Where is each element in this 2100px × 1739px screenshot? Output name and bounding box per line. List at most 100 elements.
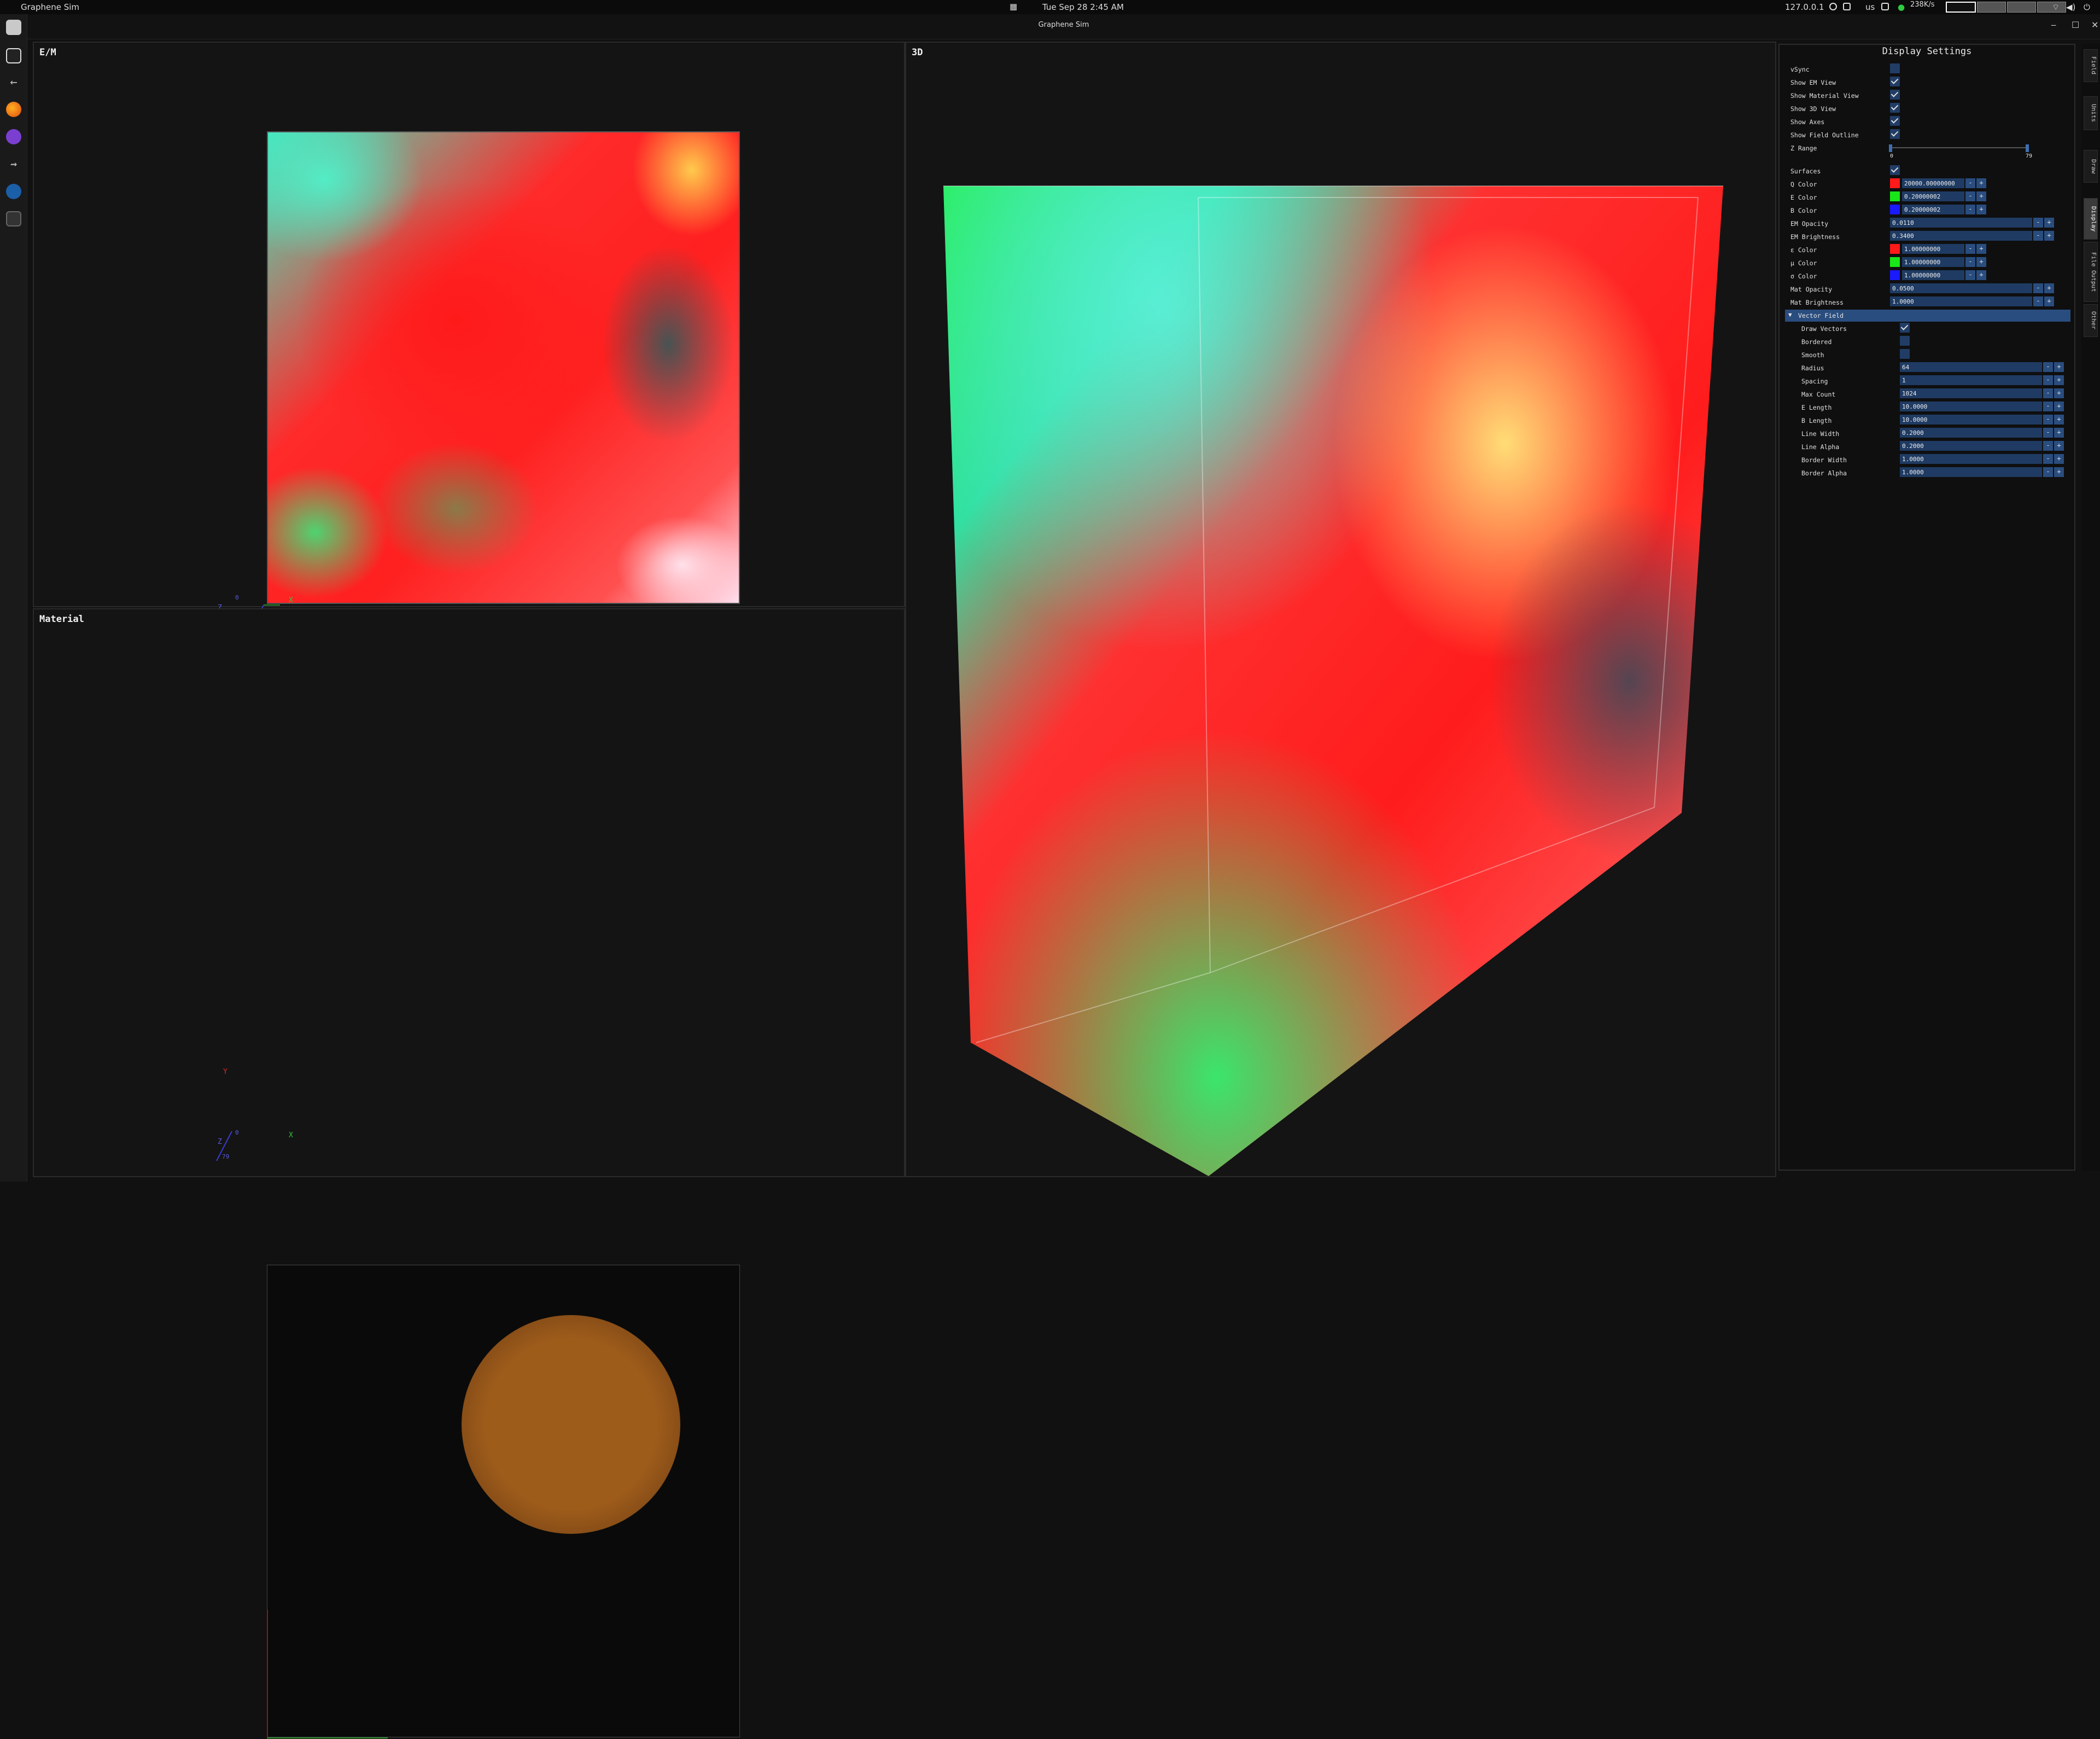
- mu-color-plus-button[interactable]: +: [1976, 257, 1986, 267]
- em-opacity-minus-button[interactable]: -: [2033, 218, 2043, 228]
- line-alpha-input[interactable]: 0.2000: [1900, 441, 2042, 451]
- spacing-input[interactable]: 1: [1900, 375, 2042, 385]
- eps-color-swatch[interactable]: [1890, 244, 1900, 254]
- tab-field[interactable]: Field: [2084, 49, 2098, 82]
- wifi-icon[interactable]: ⌔: [2052, 2, 2060, 13]
- spacing-plus-button[interactable]: +: [2054, 375, 2064, 385]
- mat-brightness-minus-button[interactable]: -: [2033, 296, 2043, 306]
- border-alpha-input[interactable]: 1.0000: [1900, 467, 2042, 477]
- b-length-input[interactable]: 10.0000: [1900, 415, 2042, 424]
- bordered-checkbox[interactable]: [1900, 336, 1910, 346]
- em-brightness-plus-button[interactable]: +: [2044, 231, 2054, 241]
- mat-opacity-minus-button[interactable]: -: [2033, 283, 2043, 293]
- z-range-min-handle[interactable]: [1889, 144, 1892, 152]
- q-color-input[interactable]: 20000.00000000: [1902, 178, 1964, 188]
- mat-opacity-plus-button[interactable]: +: [2044, 283, 2054, 293]
- q-color-plus-button[interactable]: +: [1976, 178, 1986, 188]
- graphene-sim-icon[interactable]: [6, 211, 21, 226]
- em-opacity-plus-button[interactable]: +: [2044, 218, 2054, 228]
- workspace-2[interactable]: [1977, 2, 2006, 13]
- b-color-swatch[interactable]: [1890, 205, 1900, 214]
- b-length-plus-button[interactable]: +: [2054, 415, 2064, 424]
- border-alpha-plus-button[interactable]: +: [2054, 467, 2064, 477]
- clock[interactable]: Tue Sep 28 2:45 AM: [1042, 2, 1124, 12]
- z-range-track[interactable]: [1890, 147, 2028, 148]
- line-width-plus-button[interactable]: +: [2054, 428, 2064, 438]
- e-length-input[interactable]: 10.0000: [1900, 402, 2042, 411]
- q-color-minus-button[interactable]: -: [1965, 178, 1975, 188]
- bird-icon[interactable]: ⇝: [6, 156, 21, 172]
- border-alpha-minus-button[interactable]: -: [2043, 467, 2053, 477]
- 3d-field-view[interactable]: [905, 42, 1776, 1177]
- max-count-minus-button[interactable]: -: [2043, 388, 2053, 398]
- sigma-color-swatch[interactable]: [1890, 270, 1900, 280]
- mu-color-input[interactable]: 1.00000000: [1902, 257, 1964, 267]
- show-outline-checkbox[interactable]: [1890, 129, 1900, 139]
- border-width-minus-button[interactable]: -: [2043, 454, 2053, 464]
- window-manager-icon[interactable]: [6, 48, 21, 63]
- spacing-minus-button[interactable]: -: [2043, 375, 2053, 385]
- mat-brightness-plus-button[interactable]: +: [2044, 296, 2054, 306]
- sigma-color-input[interactable]: 1.00000000: [1902, 270, 1964, 280]
- firefox-icon[interactable]: [6, 102, 21, 117]
- sigma-color-plus-button[interactable]: +: [1976, 270, 1986, 280]
- b-color-minus-button[interactable]: -: [1965, 205, 1975, 214]
- b-color-input[interactable]: 0.20000002: [1902, 205, 1964, 214]
- tab-other[interactable]: Other: [2084, 304, 2098, 337]
- max-count-input[interactable]: 1024: [1900, 388, 2042, 398]
- b-length-minus-button[interactable]: -: [2043, 415, 2053, 424]
- radius-input[interactable]: 64: [1900, 362, 2042, 372]
- vsync-checkbox[interactable]: [1890, 63, 1900, 73]
- tab-units[interactable]: Units: [2084, 96, 2098, 130]
- draw-vectors-checkbox[interactable]: [1900, 323, 1910, 333]
- vector-field-header[interactable]: ▼ Vector Field: [1785, 310, 2070, 322]
- screen-icon[interactable]: [1881, 3, 1889, 10]
- workspace-3[interactable]: [2007, 2, 2036, 13]
- line-width-minus-button[interactable]: -: [2043, 428, 2053, 438]
- e-color-swatch[interactable]: [1890, 191, 1900, 201]
- eps-color-minus-button[interactable]: -: [1965, 244, 1975, 254]
- em-brightness-minus-button[interactable]: -: [2033, 231, 2043, 241]
- max-count-plus-button[interactable]: +: [2054, 388, 2064, 398]
- smooth-checkbox[interactable]: [1900, 349, 1910, 359]
- tab-draw[interactable]: Draw: [2084, 150, 2098, 183]
- minimize-button[interactable]: ‒: [2051, 20, 2056, 30]
- border-width-input[interactable]: 1.0000: [1900, 454, 2042, 464]
- em-brightness-input[interactable]: 0.3400: [1890, 231, 2032, 241]
- border-width-plus-button[interactable]: +: [2054, 454, 2064, 464]
- eps-color-plus-button[interactable]: +: [1976, 244, 1986, 254]
- line-alpha-plus-button[interactable]: +: [2054, 441, 2064, 451]
- calendar-icon[interactable]: ▦: [1010, 2, 1017, 11]
- z-range-max-handle[interactable]: [2026, 144, 2029, 152]
- em-field-view[interactable]: [267, 131, 740, 604]
- workspace-1[interactable]: [1946, 2, 1976, 13]
- close-button[interactable]: ✕: [2091, 20, 2098, 30]
- e-color-minus-button[interactable]: -: [1965, 191, 1975, 201]
- q-color-swatch[interactable]: [1890, 178, 1900, 188]
- volume-icon[interactable]: ◀): [2066, 2, 2075, 12]
- mu-color-swatch[interactable]: [1890, 257, 1900, 267]
- show-axes-checkbox[interactable]: [1890, 116, 1900, 126]
- radius-minus-button[interactable]: -: [2043, 362, 2053, 372]
- mat-brightness-input[interactable]: 1.0000: [1890, 296, 2032, 306]
- tab-display[interactable]: Display: [2084, 198, 2098, 240]
- window-titlebar[interactable]: Graphene Sim ‒ ☐ ✕: [27, 14, 2100, 39]
- line-width-input[interactable]: 0.2000: [1900, 428, 2042, 438]
- e-length-plus-button[interactable]: +: [2054, 402, 2064, 411]
- surfaces-checkbox[interactable]: [1890, 165, 1900, 175]
- em-opacity-input[interactable]: 0.0110: [1890, 218, 2032, 228]
- eps-color-input[interactable]: 1.00000000: [1902, 244, 1964, 254]
- e-color-plus-button[interactable]: +: [1976, 191, 1986, 201]
- workspace-switcher[interactable]: [1946, 2, 2066, 13]
- line-alpha-minus-button[interactable]: -: [2043, 441, 2053, 451]
- files-icon[interactable]: [6, 20, 21, 35]
- keyboard-layout[interactable]: us: [1865, 2, 1875, 12]
- mat-opacity-input[interactable]: 0.0500: [1890, 283, 2032, 293]
- b-color-plus-button[interactable]: +: [1976, 205, 1986, 214]
- steam-icon[interactable]: [6, 184, 21, 199]
- show-material-checkbox[interactable]: [1890, 90, 1900, 100]
- sigma-color-minus-button[interactable]: -: [1965, 270, 1975, 280]
- radius-plus-button[interactable]: +: [2054, 362, 2064, 372]
- back-arrow-icon[interactable]: ←: [6, 75, 21, 91]
- clipboard-icon[interactable]: [1843, 3, 1851, 10]
